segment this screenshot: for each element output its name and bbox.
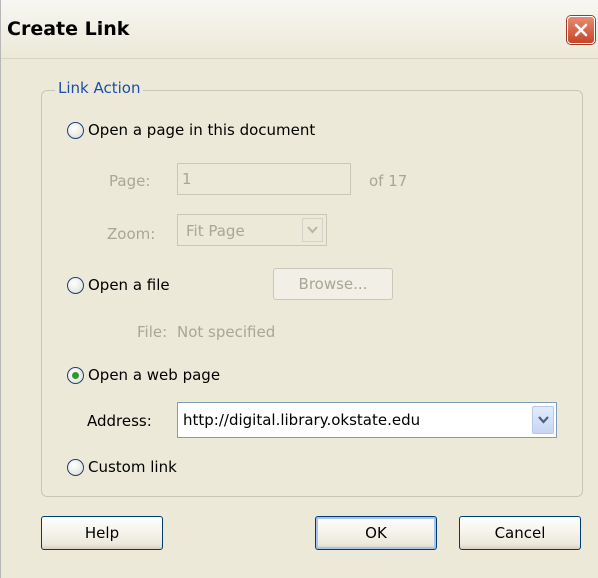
ok-button[interactable]: OK <box>315 516 437 550</box>
browse-button[interactable]: Browse... <box>273 268 393 300</box>
address-combobox[interactable] <box>177 402 557 438</box>
radio-label: Open a file <box>88 276 170 294</box>
zoom-select[interactable]: Fit Page <box>177 214 327 246</box>
help-button[interactable]: Help <box>41 516 163 550</box>
radio-open-file[interactable]: Open a file <box>67 276 170 294</box>
radio-open-web-page[interactable]: Open a web page <box>67 366 220 384</box>
file-label: File: <box>137 323 168 341</box>
page-number-input[interactable] <box>177 163 351 195</box>
address-label: Address: <box>87 412 152 430</box>
radio-label: Open a page in this document <box>88 121 316 139</box>
radio-button[interactable] <box>67 121 84 139</box>
radio-open-page-in-document[interactable]: Open a page in this document <box>67 121 315 139</box>
dialog-title: Create Link <box>7 18 130 40</box>
close-icon <box>573 22 589 38</box>
radio-label: Open a web page <box>88 366 221 384</box>
radio-custom-link[interactable]: Custom link <box>67 458 177 476</box>
radio-button[interactable] <box>67 458 84 476</box>
address-input[interactable] <box>181 406 525 434</box>
close-button[interactable] <box>567 16 595 44</box>
cancel-button[interactable]: Cancel <box>459 516 581 550</box>
page-label: Page: <box>109 172 151 190</box>
chevron-down-icon[interactable] <box>532 406 554 434</box>
page-count-label: of 17 <box>369 172 408 190</box>
radio-button[interactable] <box>67 276 84 294</box>
link-action-legend: Link Action <box>55 79 144 97</box>
zoom-label: Zoom: <box>107 225 156 243</box>
chevron-down-icon[interactable] <box>302 218 323 242</box>
zoom-value: Fit Page <box>186 222 245 240</box>
radio-button-selected[interactable] <box>67 366 84 384</box>
radio-label: Custom link <box>88 458 177 476</box>
title-bar[interactable]: Create Link <box>1 0 598 59</box>
create-link-dialog: Create Link Link Action Open a page in t… <box>0 0 598 578</box>
file-value: Not specified <box>177 323 276 341</box>
